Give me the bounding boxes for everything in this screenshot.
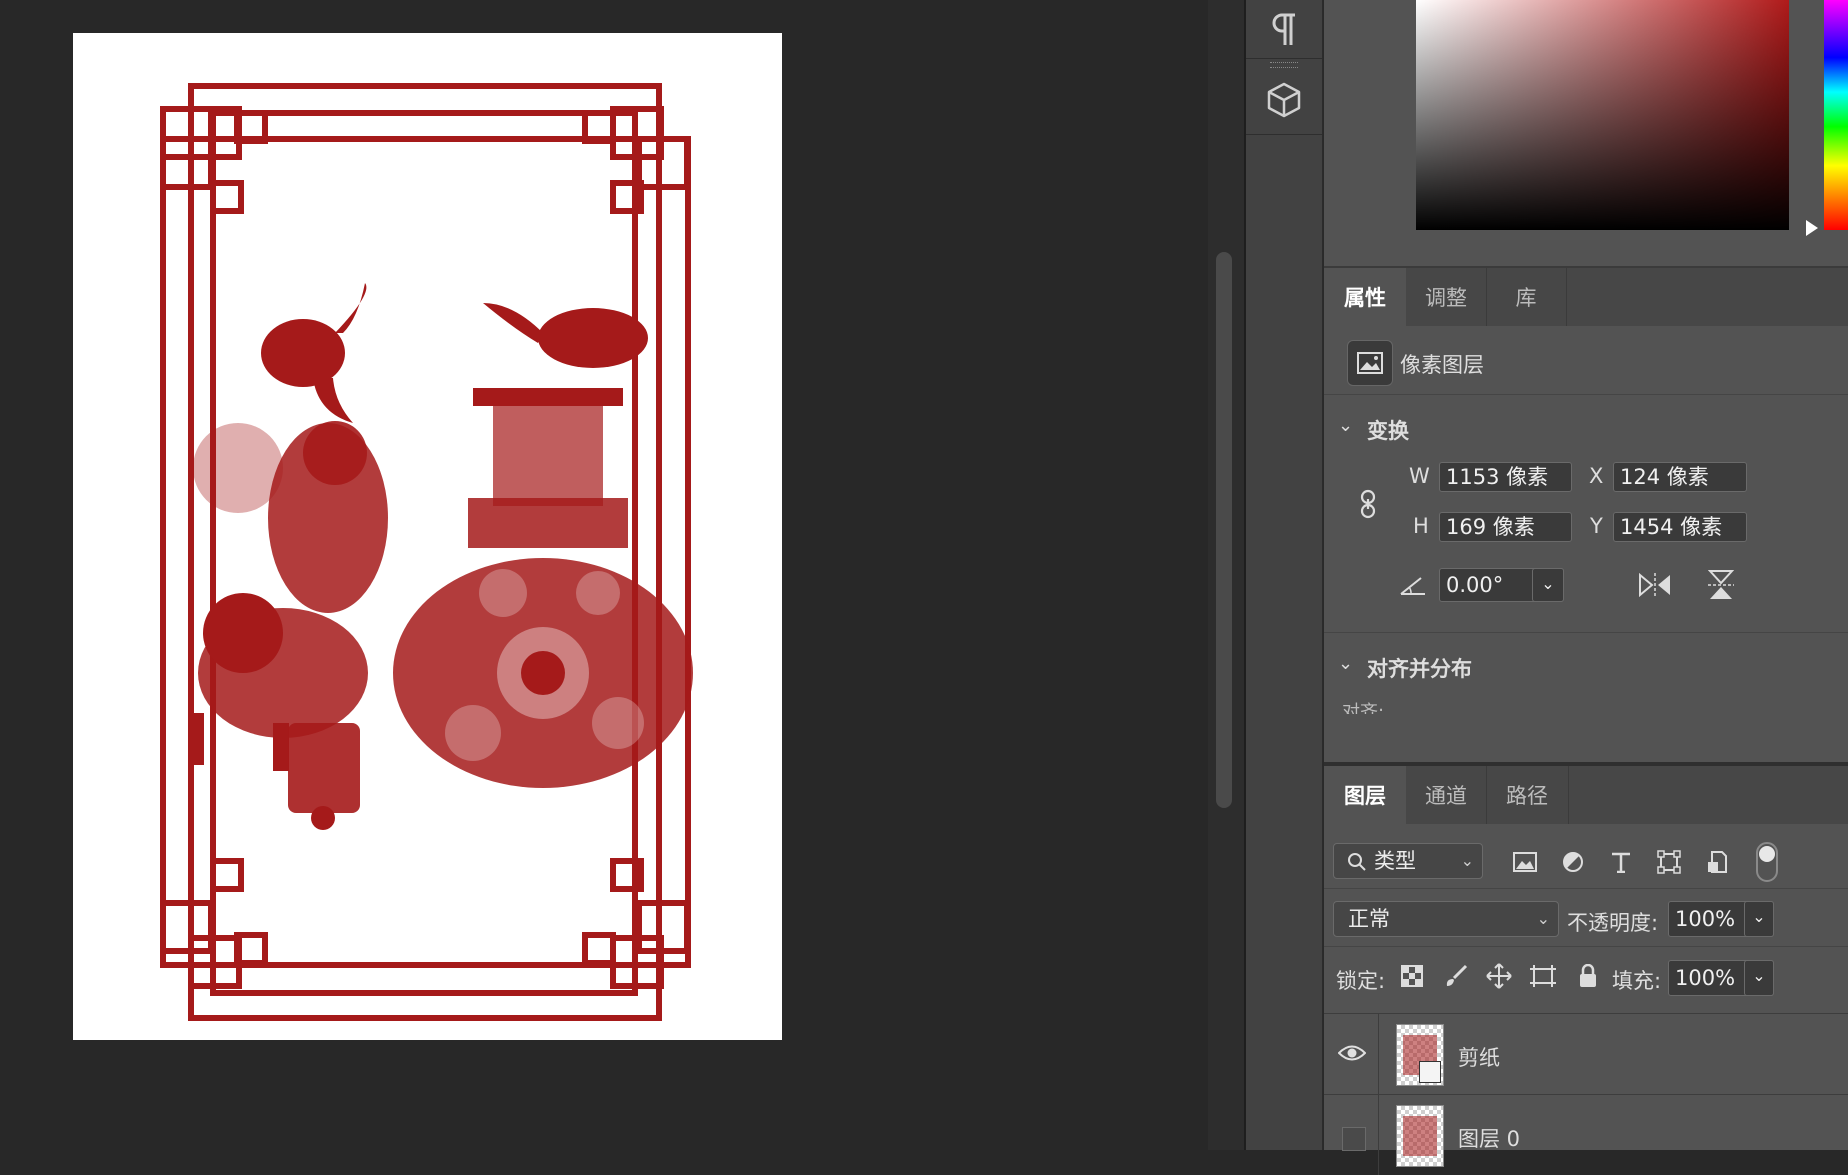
x-position-field[interactable]: 124 像素 bbox=[1613, 462, 1747, 492]
blend-mode-dropdown[interactable]: 正常 ⌄ bbox=[1333, 901, 1559, 937]
tab-channels[interactable]: 通道 bbox=[1406, 766, 1487, 824]
opacity-dropdown-chevron-icon[interactable]: ⌄ bbox=[1744, 901, 1774, 937]
chevron-down-icon: ⌄ bbox=[1536, 909, 1550, 928]
tab-adjustments[interactable]: 调整 bbox=[1406, 268, 1487, 326]
width-label: W bbox=[1409, 464, 1430, 488]
layer-name[interactable]: 剪纸 bbox=[1458, 1042, 1500, 1072]
lock-artboard-icon[interactable] bbox=[1528, 962, 1558, 990]
layer-row[interactable]: 图层 0 bbox=[1324, 1094, 1848, 1175]
angle-icon bbox=[1398, 572, 1428, 598]
chevron-down-icon[interactable]: ⌄ bbox=[1338, 653, 1353, 674]
height-label: H bbox=[1413, 514, 1429, 538]
filter-toggle-switch[interactable] bbox=[1756, 842, 1778, 882]
filter-adjustment-layer-icon[interactable] bbox=[1558, 848, 1588, 876]
flip-vertical-icon[interactable] bbox=[1705, 568, 1737, 602]
opacity-label: 不透明度: bbox=[1567, 911, 1659, 935]
3d-cube-icon[interactable] bbox=[1246, 70, 1322, 130]
layers-tabbar: 图层 通道 路径 bbox=[1324, 766, 1848, 824]
smart-object-badge-icon bbox=[1419, 1061, 1441, 1083]
align-section-title[interactable]: 对齐并分布 bbox=[1367, 653, 1472, 683]
lock-all-padlock-icon[interactable] bbox=[1574, 962, 1602, 990]
chevron-down-icon[interactable]: ⌄ bbox=[1338, 415, 1353, 436]
width-field[interactable]: 1153 像素 bbox=[1439, 462, 1572, 492]
filter-shape-layer-icon[interactable] bbox=[1654, 848, 1684, 876]
fill-dropdown-chevron-icon[interactable]: ⌄ bbox=[1744, 960, 1774, 996]
transform-section-title[interactable]: 变换 bbox=[1367, 415, 1409, 445]
flip-horizontal-icon[interactable] bbox=[1637, 570, 1673, 600]
layer-name[interactable]: 图层 0 bbox=[1458, 1123, 1520, 1153]
angle-dropdown-chevron-icon[interactable]: ⌄ bbox=[1532, 568, 1564, 602]
layer-thumbnail bbox=[1396, 1105, 1444, 1167]
lock-transparent-pixels-icon[interactable] bbox=[1398, 962, 1426, 990]
document-canvas[interactable] bbox=[73, 33, 782, 1040]
layer-type-label: 像素图层 bbox=[1400, 353, 1484, 377]
link-dimensions-icon[interactable] bbox=[1356, 487, 1380, 521]
tab-properties[interactable]: 属性 bbox=[1324, 268, 1406, 326]
filter-smart-object-icon[interactable] bbox=[1702, 848, 1732, 876]
lock-position-move-icon[interactable] bbox=[1485, 962, 1513, 990]
height-field[interactable]: 169 像素 bbox=[1439, 512, 1572, 542]
papercut-figures bbox=[188, 283, 693, 830]
lock-label: 锁定: bbox=[1336, 969, 1386, 993]
blend-mode-value: 正常 bbox=[1348, 907, 1390, 931]
chevron-down-icon: ⌄ bbox=[1460, 851, 1474, 870]
strip-grip[interactable] bbox=[1270, 62, 1298, 68]
search-icon bbox=[1345, 850, 1369, 874]
y-label: Y bbox=[1590, 514, 1603, 538]
filter-type-layer-icon[interactable] bbox=[1606, 848, 1636, 876]
vertical-scrollbar[interactable] bbox=[1216, 252, 1232, 808]
color-picker-field[interactable] bbox=[1416, 0, 1789, 230]
lock-image-pixels-brush-icon[interactable] bbox=[1442, 962, 1470, 990]
tab-libraries[interactable]: 库 bbox=[1486, 268, 1567, 326]
layer-filter-label: 类型 bbox=[1374, 849, 1416, 873]
paragraph-icon[interactable] bbox=[1246, 0, 1322, 60]
panel-icon-strip bbox=[1245, 0, 1323, 1150]
eye-visibility-icon[interactable] bbox=[1336, 1040, 1368, 1066]
fill-label: 填充: bbox=[1612, 969, 1662, 993]
frame-border bbox=[160, 83, 691, 1021]
visibility-toggle-empty[interactable] bbox=[1342, 1127, 1366, 1151]
tab-layers[interactable]: 图层 bbox=[1324, 766, 1406, 824]
properties-tabbar: 属性 调整 库 bbox=[1324, 268, 1848, 326]
papercut-artwork bbox=[160, 83, 693, 1021]
pixel-layer-icon bbox=[1347, 340, 1393, 386]
filter-pixel-layer-icon[interactable] bbox=[1510, 848, 1540, 876]
layer-row[interactable]: 剪纸 bbox=[1324, 1013, 1848, 1094]
x-label: X bbox=[1589, 464, 1604, 488]
align-label-clipped: 对齐: bbox=[1342, 702, 1385, 714]
layer-thumbnail bbox=[1396, 1024, 1444, 1086]
hue-slider-marker[interactable] bbox=[1806, 220, 1818, 236]
tab-paths[interactable]: 路径 bbox=[1486, 766, 1569, 824]
y-position-field[interactable]: 1454 像素 bbox=[1613, 512, 1747, 542]
hue-slider[interactable] bbox=[1824, 0, 1848, 230]
